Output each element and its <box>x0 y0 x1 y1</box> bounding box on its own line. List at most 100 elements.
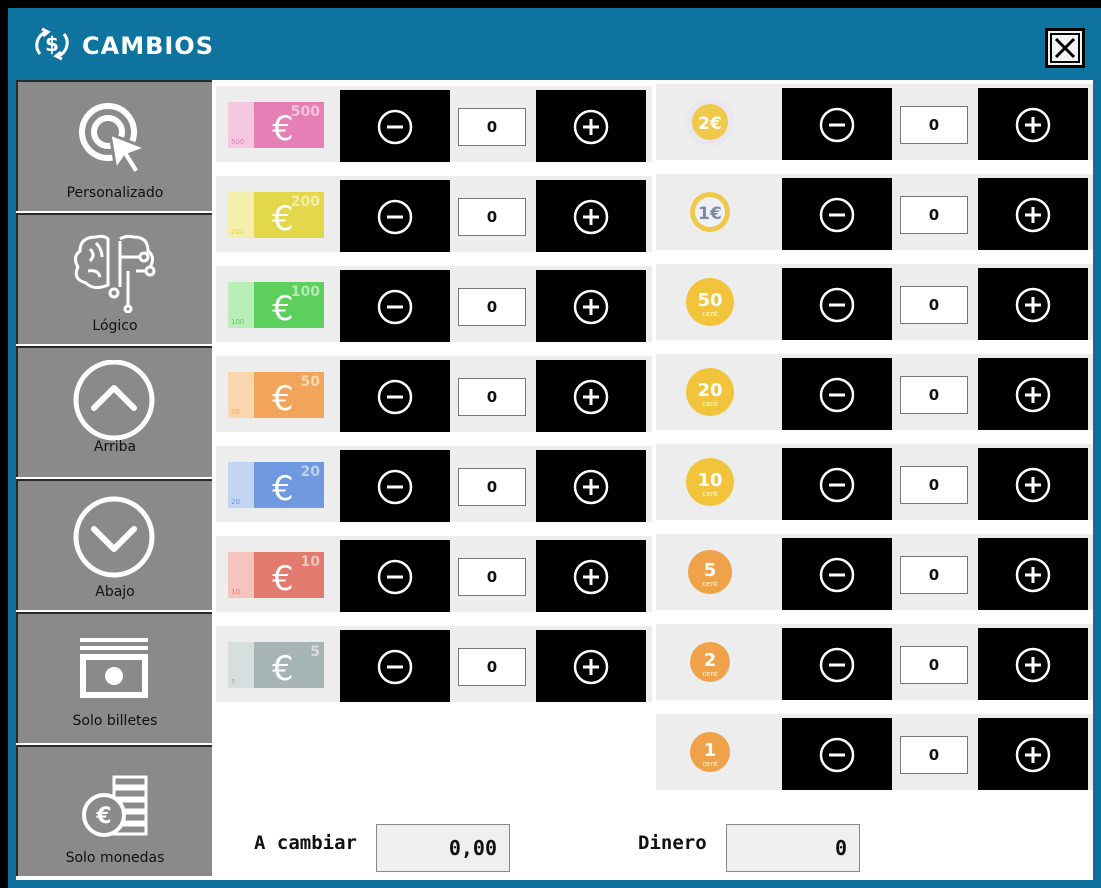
decrement-button[interactable] <box>782 358 892 430</box>
sidebar-item-arriba[interactable]: Arriba <box>16 346 212 477</box>
decrement-button[interactable] <box>782 538 892 610</box>
a-cambiar-field: 0,00 <box>376 824 510 872</box>
bill-row: €50 50 0 <box>216 356 652 432</box>
coin-icon: 1cent <box>690 732 730 772</box>
decrement-button[interactable] <box>782 718 892 790</box>
increment-button[interactable] <box>978 538 1088 610</box>
increment-button[interactable] <box>536 180 646 252</box>
quantity-field[interactable]: 0 <box>458 468 526 506</box>
banknote-corner-value: 5 <box>231 678 235 686</box>
sidebar-item-label: Abajo <box>95 584 135 600</box>
decrement-button[interactable] <box>340 90 450 162</box>
increment-button[interactable] <box>536 90 646 162</box>
decrement-button[interactable] <box>340 450 450 522</box>
cambios-window: $ CAMBIOS Personalizado Lógico Arriba Ab… <box>8 8 1101 888</box>
quantity-field[interactable]: 0 <box>458 288 526 326</box>
increment-button[interactable] <box>978 268 1088 340</box>
quantity-field[interactable]: 0 <box>900 556 968 594</box>
quantity-field[interactable]: 0 <box>458 558 526 596</box>
chevron-up-icon <box>73 360 155 441</box>
close-button[interactable] <box>1045 28 1085 68</box>
increment-button[interactable] <box>978 448 1088 520</box>
svg-text:€: € <box>272 379 294 418</box>
title-bar: $ CAMBIOS <box>8 8 1101 80</box>
quantity-field[interactable]: 0 <box>458 108 526 146</box>
increment-button[interactable] <box>536 540 646 612</box>
decrement-button[interactable] <box>340 180 450 252</box>
minus-circle-icon <box>819 737 855 773</box>
quantity-field[interactable]: 0 <box>900 736 968 774</box>
quantity-field[interactable]: 0 <box>900 646 968 684</box>
increment-button[interactable] <box>536 360 646 432</box>
increment-button[interactable] <box>978 718 1088 790</box>
decrement-button[interactable] <box>782 268 892 340</box>
currency-exchange-icon: $ <box>35 27 69 61</box>
minus-circle-icon <box>819 197 855 233</box>
coin-unit: cent <box>702 580 718 588</box>
decrement-button[interactable] <box>340 540 450 612</box>
quantity-field[interactable]: 0 <box>900 286 968 324</box>
banknote-icon: €100100 <box>228 282 324 328</box>
quantity-field[interactable]: 0 <box>900 376 968 414</box>
banknote-icon: €10 10 <box>228 552 324 598</box>
sidebar-item-logico[interactable]: Lógico <box>16 213 212 344</box>
quantity-field[interactable]: 0 <box>458 378 526 416</box>
increment-button[interactable] <box>536 450 646 522</box>
increment-button[interactable] <box>536 630 646 702</box>
increment-button[interactable] <box>978 628 1088 700</box>
coin-row: 1€ 0 <box>656 174 1093 250</box>
plus-circle-icon <box>1015 557 1051 593</box>
bill-row: €20 20 0 <box>216 446 652 522</box>
decrement-button[interactable] <box>340 630 450 702</box>
coin-value: 2 <box>704 650 717 671</box>
plus-circle-icon <box>1015 467 1051 503</box>
coin-value: 1€ <box>698 204 722 224</box>
svg-text:€: € <box>95 804 111 829</box>
coin-row: 1 cent 0 <box>656 714 1093 790</box>
coin-icon: 5cent <box>688 550 732 594</box>
decrement-button[interactable] <box>340 270 450 342</box>
coin-icon: 2cent <box>690 642 730 682</box>
coin-unit: cent <box>702 760 718 768</box>
banknote-corner-value: 50 <box>231 408 240 416</box>
banknote-value: 20 <box>301 464 321 480</box>
decrement-button[interactable] <box>782 178 892 250</box>
quantity-field[interactable]: 0 <box>458 648 526 686</box>
sidebar-item-solo-monedas[interactable]: € Solo monedas <box>16 745 212 876</box>
coin-row: 2€ 0 <box>656 84 1093 160</box>
banknote-value: 200 <box>291 194 320 210</box>
decrement-button[interactable] <box>340 360 450 432</box>
sidebar-item-personalizado[interactable]: Personalizado <box>16 80 212 211</box>
minus-circle-icon <box>377 469 413 505</box>
increment-button[interactable] <box>978 88 1088 160</box>
sidebar-item-solo-billetes[interactable]: Solo billetes <box>16 612 212 743</box>
minus-circle-icon <box>819 557 855 593</box>
decrement-button[interactable] <box>782 88 892 160</box>
coin-icon: 50cent <box>686 278 734 326</box>
increment-button[interactable] <box>978 178 1088 250</box>
window-frame: $ CAMBIOS Personalizado Lógico Arriba Ab… <box>0 0 1101 888</box>
coin-row: 2 cent 0 <box>656 624 1093 700</box>
svg-text:€: € <box>272 559 294 598</box>
increment-button[interactable] <box>978 358 1088 430</box>
bill-row: €10 10 0 <box>216 536 652 612</box>
minus-circle-icon <box>377 559 413 595</box>
increment-button[interactable] <box>536 270 646 342</box>
quantity-field[interactable]: 0 <box>458 198 526 236</box>
sidebar-item-abajo[interactable]: Abajo <box>16 479 212 610</box>
plus-circle-icon <box>573 649 609 685</box>
plus-circle-icon <box>1015 107 1051 143</box>
sidebar-item-label: Arriba <box>93 439 137 455</box>
plus-circle-icon <box>573 289 609 325</box>
quantity-field[interactable]: 0 <box>900 466 968 504</box>
decrement-button[interactable] <box>782 628 892 700</box>
decrement-button[interactable] <box>782 448 892 520</box>
quantity-field[interactable]: 0 <box>900 196 968 234</box>
banknote-corner-value: 10 <box>231 588 240 596</box>
sidebar-item-label: Solo billetes <box>72 713 158 729</box>
plus-circle-icon <box>573 109 609 145</box>
minus-circle-icon <box>819 467 855 503</box>
minus-circle-icon <box>377 109 413 145</box>
quantity-field[interactable]: 0 <box>900 106 968 144</box>
svg-text:€: € <box>272 469 294 508</box>
